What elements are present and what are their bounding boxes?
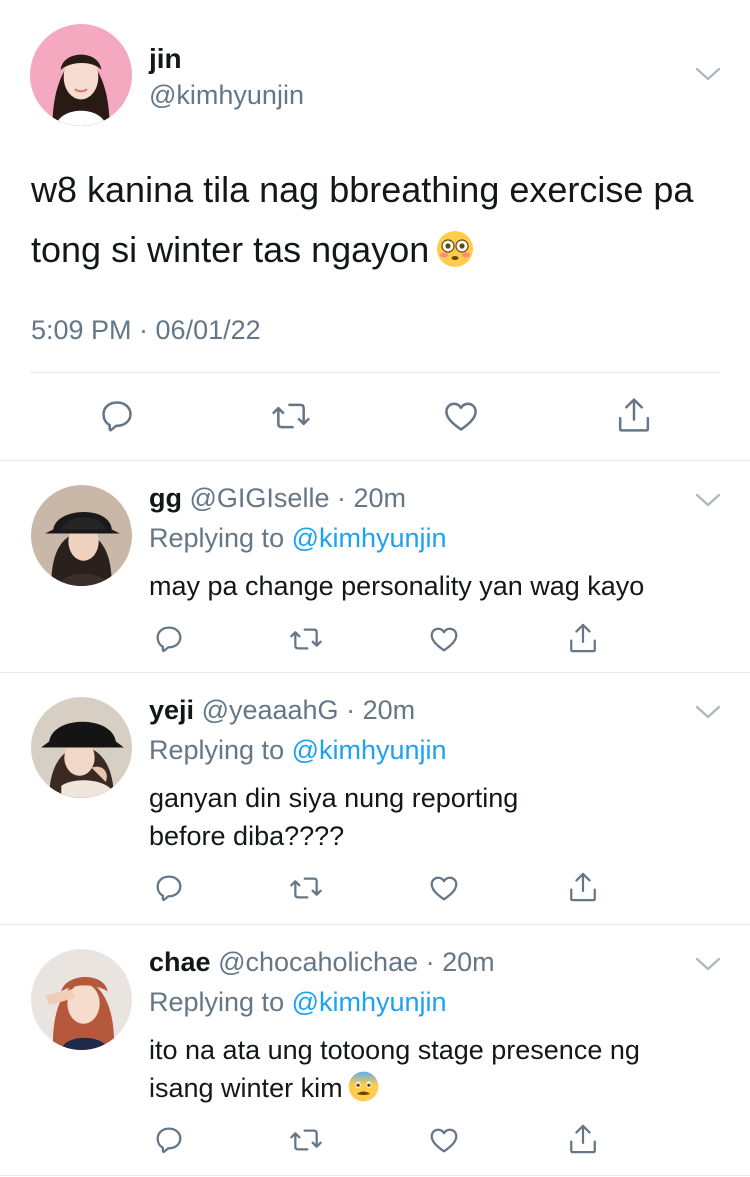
heart-icon[interactable] [428, 1124, 460, 1156]
replying-prefix: Replying to [149, 523, 292, 553]
reply-icon[interactable] [153, 623, 185, 655]
share-icon[interactable] [567, 1122, 599, 1156]
reply-time[interactable]: 20m [363, 695, 416, 725]
author-name[interactable]: jin [149, 42, 182, 76]
retweet-icon[interactable] [288, 872, 324, 904]
replying-to: Replying to @kimhyunjin [149, 985, 447, 1019]
divider [30, 372, 720, 373]
chevron-down-icon[interactable] [695, 956, 721, 972]
share-icon[interactable] [567, 870, 599, 904]
author-handle[interactable]: @GIGIselle [190, 483, 330, 513]
reply-text-line: before diba???? [149, 821, 345, 851]
divider [0, 1175, 750, 1176]
replying-prefix: Replying to [149, 735, 292, 765]
avatar[interactable] [31, 697, 132, 798]
fearful-face-emoji [347, 1070, 380, 1103]
replying-prefix: Replying to [149, 987, 292, 1017]
heart-icon[interactable] [428, 623, 460, 655]
reply-tweet: yeji @yeaaahG · 20m Replying to @kimhyun… [0, 673, 750, 925]
reply-header: yeji @yeaaahG · 20m [149, 693, 415, 727]
reply-icon[interactable] [98, 397, 136, 435]
chevron-down-icon[interactable] [695, 66, 721, 82]
reply-tweet: gg @GIGIselle · 20m Replying to @kimhyun… [0, 461, 750, 673]
reply-text-line: ito na ata ung totoong stage presence ng [149, 1035, 640, 1065]
share-icon[interactable] [615, 395, 653, 435]
tweet-timestamp[interactable]: 5:09 PM · 06/01/22 [31, 313, 261, 347]
reply-tweet: chae @chocaholichae · 20m Replying to @k… [0, 925, 750, 1177]
reply-time[interactable]: 20m [442, 947, 495, 977]
chevron-down-icon[interactable] [695, 492, 721, 508]
mention-link[interactable]: @kimhyunjin [292, 987, 447, 1017]
avatar[interactable] [30, 24, 132, 126]
avatar[interactable] [31, 485, 132, 586]
reply-text-line: ganyan din siya nung reporting [149, 783, 519, 813]
reply-text-line-2: isang winter kim [149, 1069, 739, 1107]
author-handle[interactable]: @kimhyunjin [149, 78, 304, 112]
heart-icon[interactable] [428, 872, 460, 904]
reply-text-line: isang winter kim [149, 1073, 343, 1103]
mention-link[interactable]: @kimhyunjin [292, 523, 447, 553]
author-name[interactable]: chae [149, 947, 211, 977]
separator-dot: · [329, 483, 354, 513]
mention-link[interactable]: @kimhyunjin [292, 735, 447, 765]
reply-header: gg @GIGIselle · 20m [149, 481, 406, 515]
reply-text: may pa change personality yan wag kayo [149, 571, 645, 601]
author-handle[interactable]: @chocaholichae [218, 947, 418, 977]
retweet-icon[interactable] [288, 623, 324, 655]
heart-icon[interactable] [442, 397, 480, 435]
replying-to: Replying to @kimhyunjin [149, 521, 447, 555]
author-name[interactable]: gg [149, 483, 182, 513]
flushed-face-emoji [435, 229, 475, 269]
share-icon[interactable] [567, 621, 599, 655]
main-tweet: jin @kimhyunjin w8 kanina tila nag bbrea… [0, 0, 750, 461]
author-name[interactable]: yeji [149, 695, 194, 725]
reply-icon[interactable] [153, 1124, 185, 1156]
avatar[interactable] [31, 949, 132, 1050]
reply-header: chae @chocaholichae · 20m [149, 945, 495, 979]
reply-text: ito na ata ung totoong stage presence ng… [149, 1031, 739, 1107]
chevron-down-icon[interactable] [695, 704, 721, 720]
tweet-text: w8 kanina tila nag bbreathing exercise p… [31, 160, 731, 280]
reply-icon[interactable] [153, 872, 185, 904]
retweet-icon[interactable] [288, 1124, 324, 1156]
separator-dot: · [418, 947, 443, 977]
reply-text: ganyan din siya nung reporting before di… [149, 779, 739, 855]
author-handle[interactable]: @yeaaahG [202, 695, 339, 725]
replying-to: Replying to @kimhyunjin [149, 733, 447, 767]
separator-dot: · [338, 695, 363, 725]
retweet-icon[interactable] [270, 397, 312, 435]
tweet-text-content: w8 kanina tila nag bbreathing exercise p… [31, 169, 694, 270]
reply-time[interactable]: 20m [353, 483, 406, 513]
